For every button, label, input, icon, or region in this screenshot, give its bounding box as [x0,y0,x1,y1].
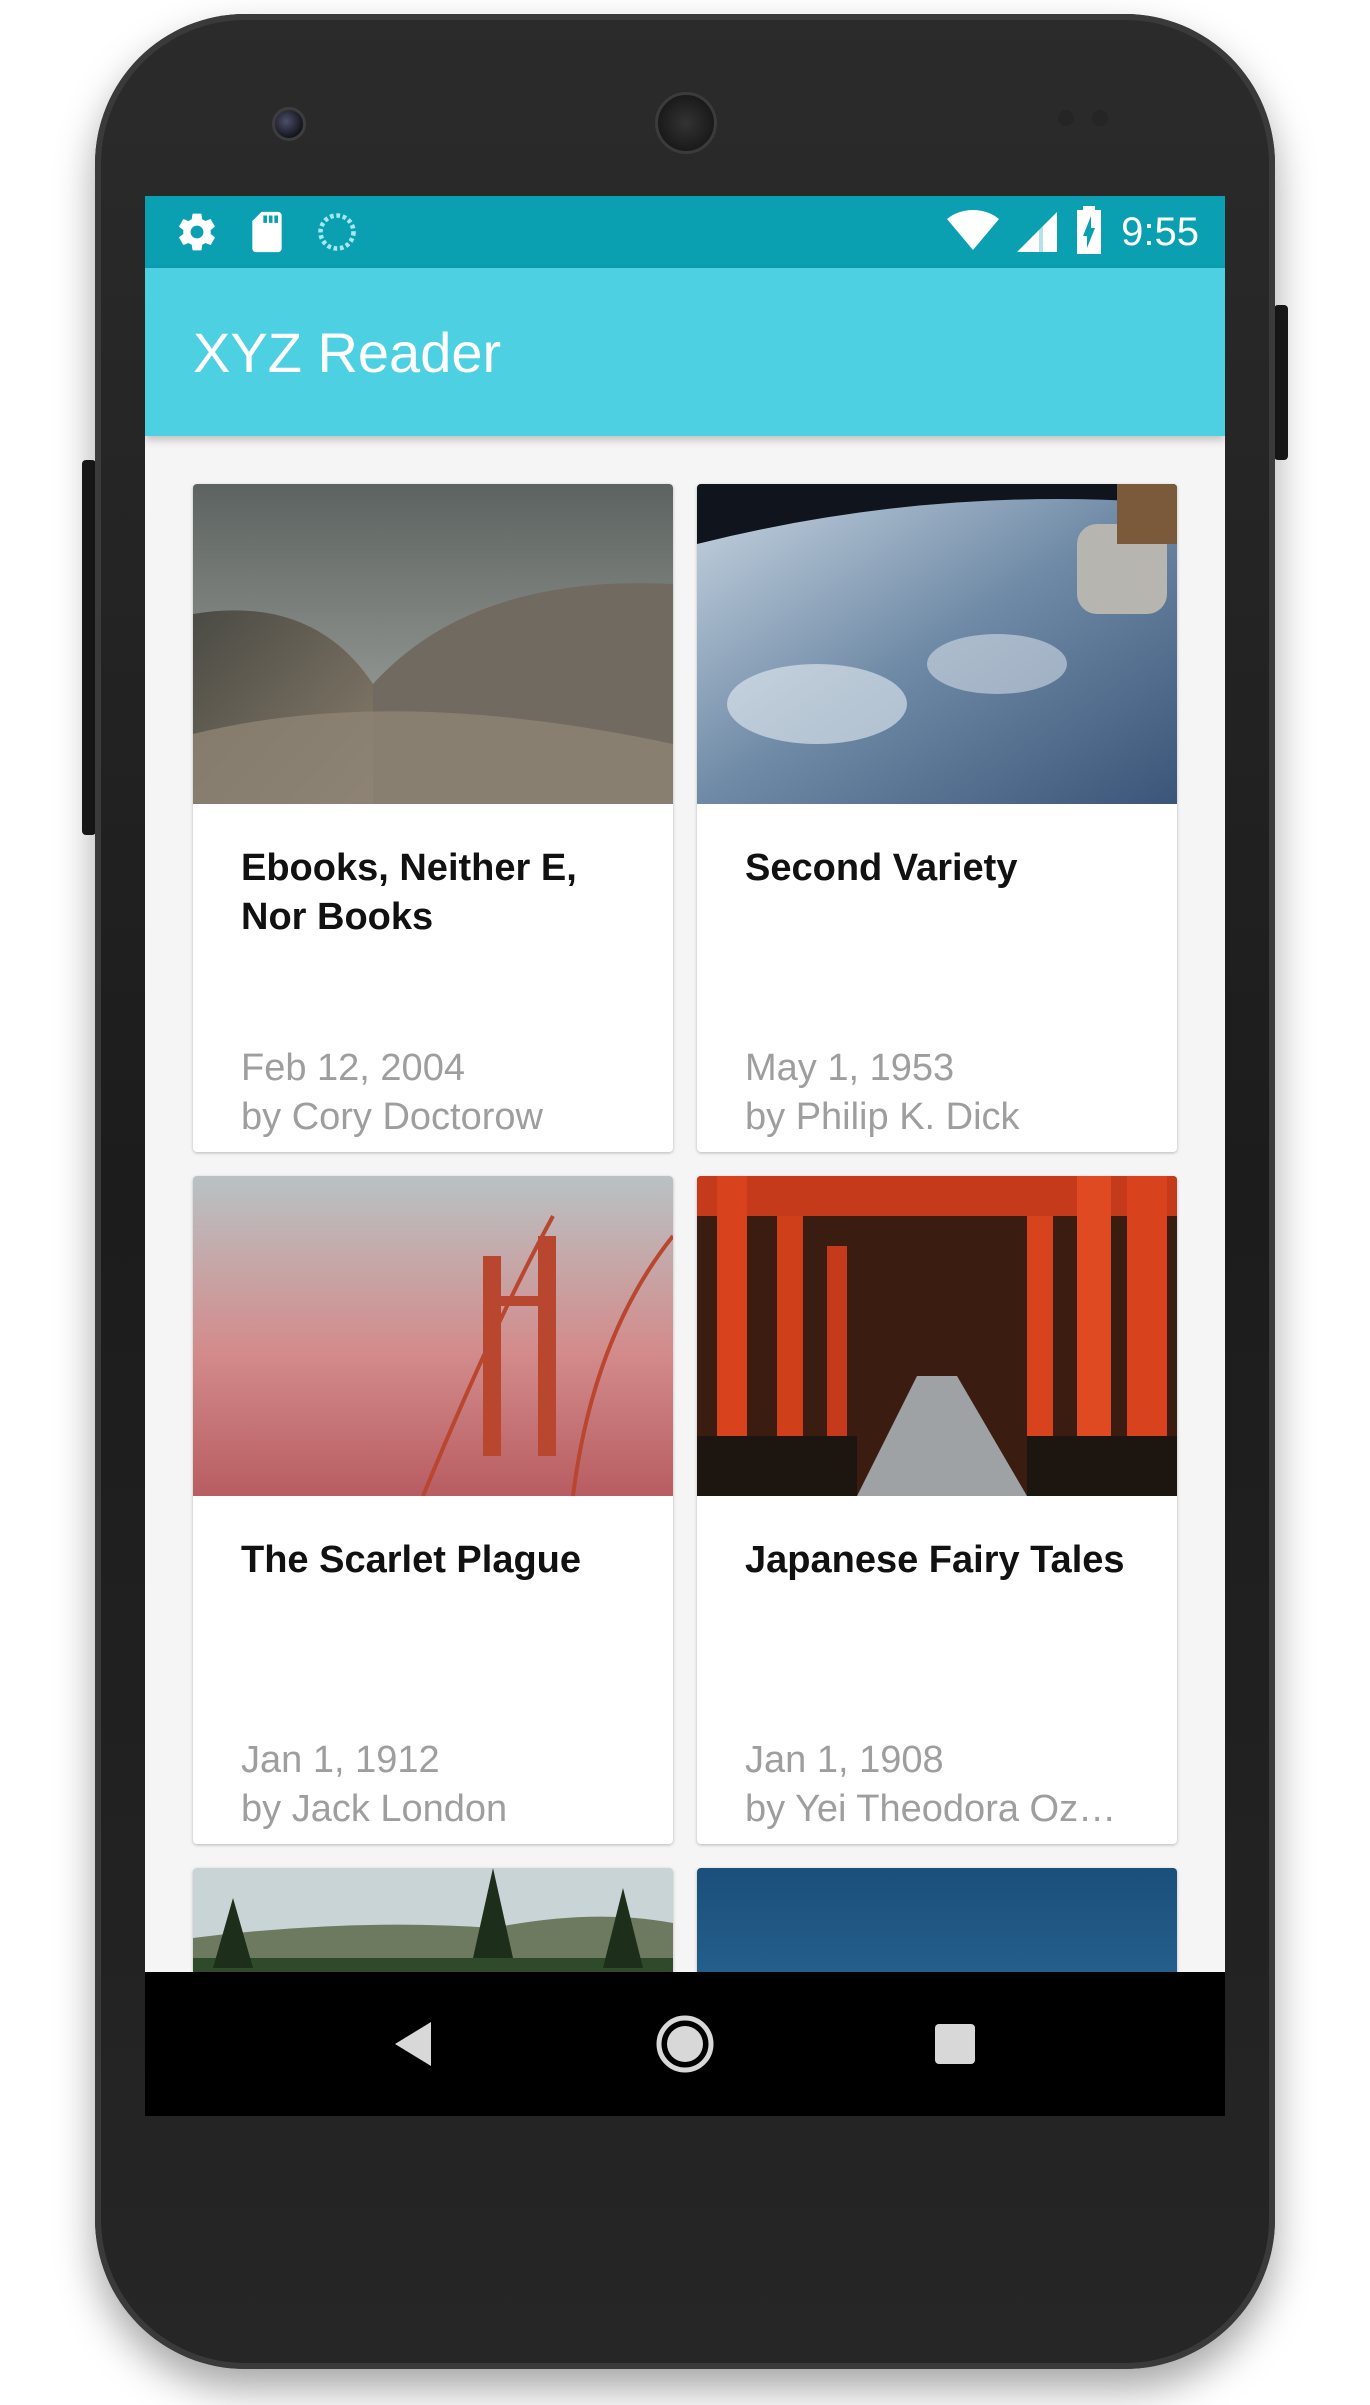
article-card[interactable]: Japanese Fairy Tales Jan 1, 1908 by Yei … [697,1176,1177,1844]
device-frame: 9:55 XYZ Reader Ebooks, Neither E, Nor B… [0,0,1370,2405]
screen: 9:55 XYZ Reader Ebooks, Neither E, Nor B… [145,196,1225,2116]
volume-button [82,460,96,835]
article-date: Feb 12, 2004 [241,1047,465,1089]
article-thumbnail [193,484,673,804]
navigation-bar [145,1972,1225,2116]
article-date: Jan 1, 1912 [241,1739,440,1781]
wifi-icon [947,208,1000,256]
article-card[interactable]: The Scarlet Plague Jan 1, 1912 by Jack L… [193,1176,673,1844]
power-button [1274,305,1288,460]
article-date: May 1, 1953 [745,1047,955,1089]
back-icon[interactable] [379,2008,451,2080]
article-author: by Jack London [241,1788,508,1830]
status-time: 9:55 [1121,210,1199,254]
article-author: by Yei Theodora Oz… [745,1788,1117,1830]
home-icon[interactable] [649,2008,721,2080]
article-thumbnail [697,484,1177,804]
earpiece-speaker [655,92,717,154]
article-title: Ebooks, Neither E, Nor Books [241,847,577,938]
app-title: XYZ Reader [193,321,502,384]
article-title: Second Variety [745,847,1018,889]
article-author: by Cory Doctorow [241,1096,543,1138]
article-thumbnail [697,1176,1177,1496]
app-bar: XYZ Reader [145,268,1225,436]
battery-charging-icon [1075,206,1103,258]
article-title: Japanese Fairy Tales [745,1539,1125,1581]
article-thumbnail [193,1176,673,1496]
article-date: Jan 1, 1908 [745,1739,944,1781]
article-title: The Scarlet Plague [241,1539,582,1581]
recents-icon[interactable] [919,2008,991,2080]
proximity-sensor [1058,110,1074,126]
article-card[interactable]: Ebooks, Neither E, Nor Books Feb 12, 200… [193,484,673,1152]
article-author: by Philip K. Dick [745,1096,1020,1138]
front-camera [272,107,306,141]
article-card[interactable]: Second Variety May 1, 1953 by Philip K. … [697,484,1177,1152]
light-sensor [1092,110,1108,126]
sync-icon [315,210,359,258]
article-grid: Ebooks, Neither E, Nor Books Feb 12, 200… [193,484,1177,1844]
status-bar: 9:55 [145,196,1225,268]
gear-icon [175,210,219,258]
cell-signal-icon [1017,208,1058,256]
sd-card-icon [247,210,287,258]
